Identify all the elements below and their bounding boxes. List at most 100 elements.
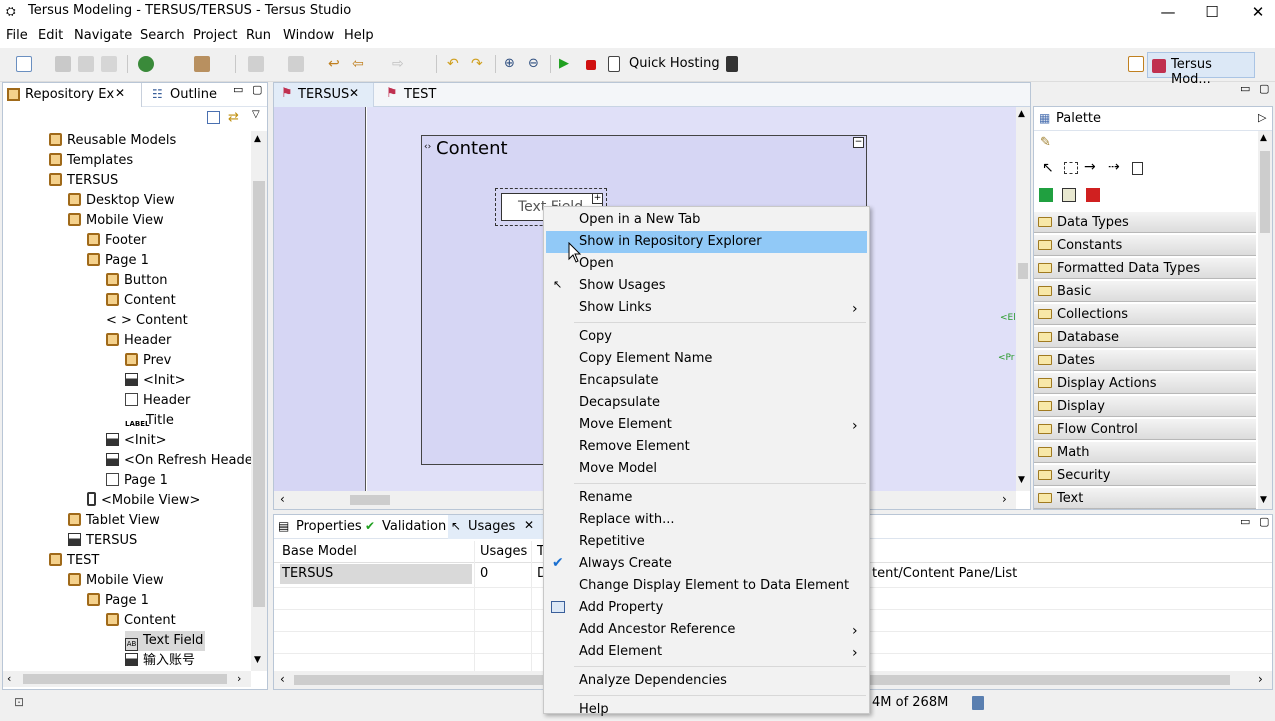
- tree-item[interactable]: Reusable Models: [49, 131, 176, 151]
- marquee-tool-icon[interactable]: [1064, 162, 1078, 174]
- quick-hosting-button[interactable]: Quick Hosting: [629, 56, 720, 71]
- menu-item[interactable]: Show Usages: [579, 275, 666, 297]
- palette-maximize-icon[interactable]: ▢: [1259, 82, 1269, 95]
- tree-item[interactable]: <Mobile View>: [87, 491, 200, 511]
- print-icon[interactable]: [101, 56, 117, 72]
- link-editor-icon[interactable]: ⇄: [228, 110, 239, 125]
- close-tab-icon[interactable]: ✕: [524, 518, 534, 532]
- stop-icon[interactable]: [586, 60, 596, 70]
- tree-item[interactable]: LABELTitle: [125, 411, 174, 431]
- view-menu-icon[interactable]: ▽: [252, 109, 260, 120]
- tab-tersus[interactable]: ⚑ TERSUS ✕: [274, 83, 374, 107]
- error-trigger-icon[interactable]: [1086, 188, 1100, 202]
- tab-properties[interactable]: ▤ Properties: [274, 515, 362, 539]
- palette-group[interactable]: Database: [1034, 327, 1256, 348]
- run-config-icon[interactable]: [138, 56, 154, 72]
- menu-item[interactable]: Copy Element Name: [579, 348, 712, 370]
- tree-item[interactable]: Content: [106, 611, 176, 631]
- open-perspective-icon[interactable]: [1128, 56, 1144, 72]
- menu-item[interactable]: Always Create: [579, 553, 672, 575]
- tab-repository-explorer[interactable]: Repository Ex ✕: [3, 83, 142, 107]
- note-tool-icon[interactable]: [1132, 162, 1143, 175]
- forward-icon[interactable]: ⇨: [392, 56, 408, 72]
- tree-item[interactable]: Header: [125, 391, 190, 411]
- menu-item[interactable]: Show Links: [579, 297, 652, 319]
- tree-item[interactable]: Content: [106, 291, 176, 311]
- menu-item[interactable]: Add Element: [579, 641, 662, 663]
- tree-item[interactable]: Page 1: [106, 471, 168, 491]
- tree-item[interactable]: Tablet View: [68, 511, 160, 531]
- bottom-maximize-icon[interactable]: ▢: [1259, 515, 1269, 528]
- new-icon[interactable]: [16, 56, 32, 72]
- menu-item[interactable]: Decapsulate: [579, 392, 660, 414]
- menu-item[interactable]: Change Display Element to Data Element: [579, 575, 849, 597]
- palette-scrollbar[interactable]: ▲ ▼: [1258, 131, 1272, 509]
- garbage-collect-icon[interactable]: [972, 696, 984, 710]
- menu-item[interactable]: Add Property: [579, 597, 663, 619]
- menu-window[interactable]: Window: [283, 28, 334, 43]
- maximize-button[interactable]: ☐: [1189, 0, 1235, 24]
- redo-icon[interactable]: ↷: [471, 56, 487, 72]
- minimize-button[interactable]: —: [1145, 0, 1191, 24]
- col-base-model[interactable]: Base Model: [282, 544, 357, 559]
- tree-item[interactable]: Prev: [125, 351, 171, 371]
- palette-group[interactable]: Dates: [1034, 350, 1256, 371]
- menu-item[interactable]: Add Ancestor Reference: [579, 619, 735, 641]
- zoom-in-icon[interactable]: ⊕: [504, 56, 520, 72]
- menu-item[interactable]: Move Element: [579, 414, 672, 436]
- palette-group[interactable]: Text: [1034, 488, 1256, 509]
- link-tool-icon[interactable]: ⇢: [1108, 159, 1120, 175]
- collapse-all-icon[interactable]: [207, 111, 220, 124]
- hosting-icon[interactable]: [608, 56, 620, 72]
- save-all-icon[interactable]: [78, 56, 94, 72]
- palette-group[interactable]: Display Actions: [1034, 373, 1256, 394]
- menu-navigate[interactable]: Navigate: [74, 28, 132, 43]
- run-icon[interactable]: ▶: [559, 56, 575, 72]
- menu-item[interactable]: Replace with...: [579, 509, 675, 531]
- menu-item[interactable]: Open: [579, 253, 614, 275]
- palette-group[interactable]: Flow Control: [1034, 419, 1256, 440]
- tree-item[interactable]: Header: [106, 331, 171, 351]
- tab-outline[interactable]: ☷ Outline: [148, 83, 240, 107]
- palette-group[interactable]: Constants: [1034, 235, 1256, 256]
- palette-customize-icon[interactable]: ✎: [1040, 135, 1051, 150]
- palette-group[interactable]: Basic: [1034, 281, 1256, 302]
- menu-item[interactable]: Encapsulate: [579, 370, 659, 392]
- build-icon[interactable]: [194, 56, 210, 72]
- menu-item[interactable]: Help: [579, 699, 609, 721]
- tree-item[interactable]: Templates: [49, 151, 133, 171]
- tree-item[interactable]: Mobile View: [68, 211, 164, 231]
- content-collapse-icon[interactable]: −: [853, 137, 864, 148]
- tree-item[interactable]: Mobile View: [68, 571, 164, 591]
- zoom-out-icon[interactable]: ⊖: [528, 56, 544, 72]
- start-trigger-icon[interactable]: [1039, 188, 1053, 202]
- palette-group[interactable]: Security: [1034, 465, 1256, 486]
- menu-item[interactable]: Remove Element: [579, 436, 690, 458]
- last-edit-icon[interactable]: ↩: [328, 56, 344, 72]
- tree-item[interactable]: Button: [106, 271, 168, 291]
- editor-vertical-scrollbar[interactable]: ▲ ▼: [1016, 107, 1030, 491]
- palette-collapse-icon[interactable]: ▷: [1258, 111, 1266, 124]
- next-annotation-icon[interactable]: [248, 56, 264, 72]
- bottom-minimize-icon[interactable]: ▭: [1240, 515, 1250, 528]
- tree-vertical-scrollbar[interactable]: ▲ ▼: [251, 131, 267, 671]
- tree-item[interactable]: TERSUS: [49, 171, 118, 191]
- menu-search[interactable]: Search: [140, 28, 185, 43]
- tree-item[interactable]: AB Text Field: [125, 631, 206, 651]
- tab-test[interactable]: ⚑ TEST: [382, 83, 462, 107]
- palette-group[interactable]: Collections: [1034, 304, 1256, 325]
- tree-item[interactable]: Footer: [87, 231, 146, 251]
- menu-project[interactable]: Project: [193, 28, 237, 43]
- menu-file[interactable]: File: [6, 28, 28, 43]
- tab-usages[interactable]: ↖ Usages ✕: [448, 515, 544, 539]
- tree-item[interactable]: Desktop View: [68, 191, 175, 211]
- maximize-view-icon[interactable]: ▢: [252, 83, 262, 96]
- exit-trigger-icon[interactable]: [1062, 188, 1076, 202]
- tab-validation[interactable]: ✔ Validation: [362, 515, 446, 539]
- menu-item[interactable]: Analyze Dependencies: [579, 670, 727, 692]
- palette-group[interactable]: Formatted Data Types: [1034, 258, 1256, 279]
- menu-item[interactable]: Copy: [579, 326, 612, 348]
- menu-item[interactable]: Open in a New Tab: [579, 209, 700, 231]
- menu-item[interactable]: Repetitive: [579, 531, 645, 553]
- palette-minimize-icon[interactable]: ▭: [1240, 82, 1250, 95]
